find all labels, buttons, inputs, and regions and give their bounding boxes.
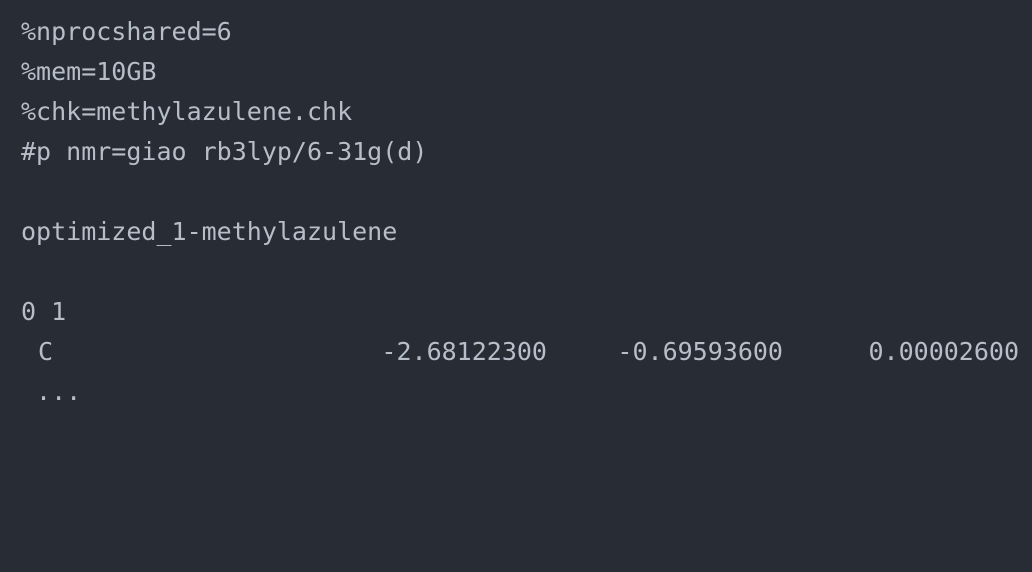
link0-mem-line: %mem=10GB: [21, 57, 157, 86]
route-line: #p nmr=giao rb3lyp/6-31g(d): [21, 137, 428, 166]
title-line: optimized_1-methylazulene: [21, 217, 398, 246]
atom-row: C -2.68122300 -0.69593600 0.00002600: [21, 332, 1032, 372]
continuation-ellipsis: ...: [21, 377, 82, 406]
link0-nprocshared-line: %nprocshared=6: [21, 17, 232, 46]
atom-y-coordinate: -0.69593600: [617, 337, 783, 366]
link0-chk-line: %chk=methylazulene.chk: [21, 97, 353, 126]
charge-multiplicity-line: 0 1: [21, 297, 67, 326]
atom-symbol: C: [38, 337, 54, 366]
gaussian-input-code-block: %nprocshared=6 %mem=10GB %chk=methylazul…: [0, 0, 1032, 436]
atom-x-coordinate: -2.68122300: [381, 337, 547, 366]
atom-z-coordinate: 0.00002600: [868, 337, 1019, 366]
